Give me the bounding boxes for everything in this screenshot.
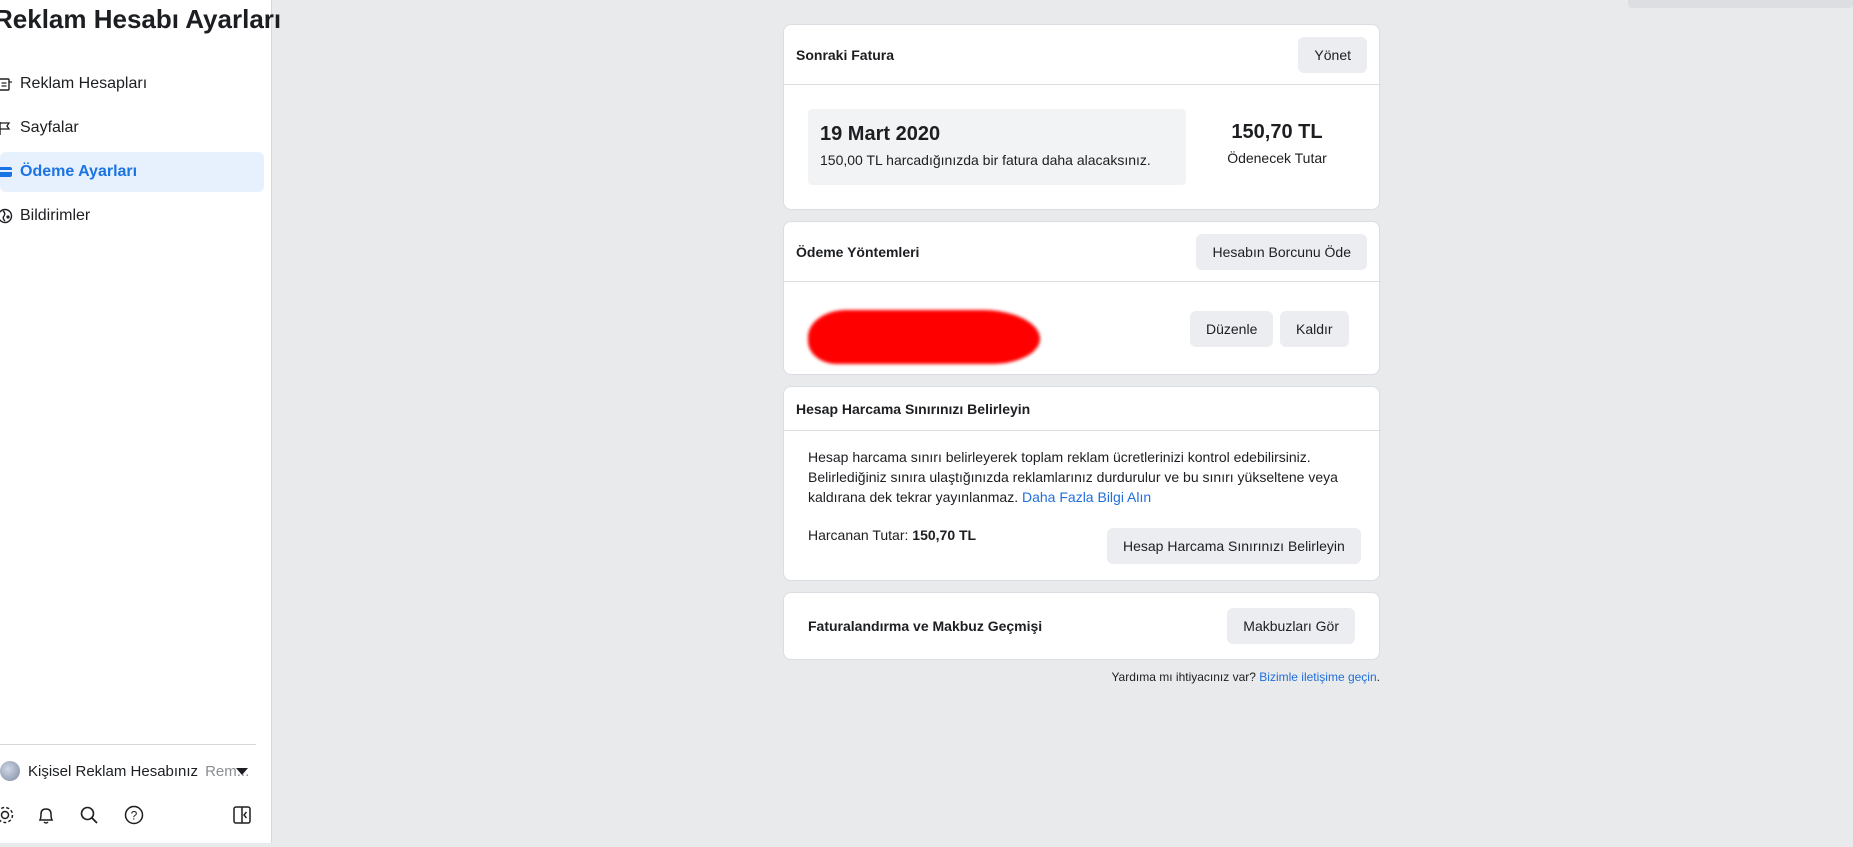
amount-due: 150,70 TL Ödenecek Tutar [1189,121,1365,166]
contact-us-link[interactable]: Bizimle iletişime geçin [1259,670,1376,684]
card-title: Ödeme Yöntemleri [796,243,920,260]
sidebar-title: Reklam Hesabı Ayarları [0,4,282,34]
sidebar-item-label: Sayfalar [20,119,79,136]
invoice-description: 150,00 TL harcadığınızda bir fatura daha… [820,152,1151,168]
next-invoice-card: Sonraki Fatura Yönet 19 Mart 2020 150,00… [783,24,1380,210]
amount-due-value: 150,70 TL [1231,121,1323,143]
learn-more-link[interactable]: Daha Fazla Bilgi Alın [1022,489,1151,505]
card-title: Sonraki Fatura [796,46,895,63]
sidebar-item-pages[interactable]: Sayfalar [0,108,264,148]
flag-icon [0,122,11,135]
top-right-panel [1628,0,1853,8]
sidebar-divider [0,744,256,745]
sidebar-item-label: Ödeme Ayarları [20,163,138,180]
description-line: Belirlediğiniz sınıra ulaştığınızda rekl… [808,469,1338,485]
description-line: kaldırana dek tekrar yayınlanmaz. Daha F… [808,487,1355,507]
edit-button[interactable]: Düzenle [1190,311,1274,347]
help-text: Yardıma mı ihtiyacınız var? [1111,670,1256,684]
payment-methods-card: Ödeme Yöntemleri Hesabın Borcunu Öde Düz… [783,221,1380,375]
credit-card-icon [0,167,12,177]
amount-due-label: Ödenecek Tutar [1227,150,1327,166]
redacted-payment-method [808,310,1040,364]
search-icon[interactable] [78,804,100,826]
spend-limit-card: Hesap Harcama Sınırınızı Belirleyin Hesa… [783,386,1380,581]
manage-button[interactable]: Yönet [1298,36,1367,73]
bell-icon[interactable] [35,804,57,826]
account-switcher[interactable]: Kişisel Reklam Hesabınız Rem... [0,756,256,786]
help-footer: Yardıma mı ihtiyacınız var? Bizimle ilet… [783,670,1380,684]
sidebar: Reklam Hesabı Ayarları Reklam Hesapları … [0,0,281,843]
sidebar-item-ad-accounts[interactable]: Reklam Hesapları [0,64,264,104]
description-text: kaldırana dek tekrar yayınlanmaz. [808,489,1019,505]
amount-spent-value: 150,70 TL [912,527,977,543]
sidebar-item-payment-settings[interactable]: Ödeme Ayarları [0,152,264,192]
view-receipts-button[interactable]: Makbuzları Gör [1227,608,1355,644]
pay-balance-button[interactable]: Hesabın Borcunu Öde [1196,233,1367,270]
spend-limit-description: Hesap harcama sınırı belirleyerek toplam… [784,431,1379,523]
globe-icon [0,208,13,224]
caret-down-icon [236,768,248,775]
set-spend-limit-button[interactable]: Hesap Harcama Sınırınızı Belirleyin [1107,528,1361,564]
sidebar-item-label: Reklam Hesapları [20,75,148,92]
card-header: Ödeme Yöntemleri Hesabın Borcunu Öde [784,222,1379,282]
invoice-date: 19 Mart 2020 [820,123,941,145]
account-name: Kişisel Reklam Hesabınız [28,762,199,780]
card-header: Faturalandırma ve Makbuz Geçmişi Makbuzl… [784,593,1379,659]
card-title: Hesap Harcama Sınırınızı Belirleyin [796,400,1031,417]
sidebar-item-label: Bildirimler [20,207,91,224]
gear-icon[interactable] [0,804,16,826]
billing-history-card: Faturalandırma ve Makbuz Geçmişi Makbuzl… [783,592,1380,660]
sidebar-toolbar: ? [0,800,256,830]
help-icon[interactable]: ? [123,804,145,826]
remove-button[interactable]: Kaldır [1280,311,1349,347]
svg-text:?: ? [131,809,138,823]
sidebar-item-notifications[interactable]: Bildirimler [0,196,264,236]
card-header: Hesap Harcama Sınırınızı Belirleyin [784,387,1379,431]
avatar [0,761,20,781]
invoice-summary: 19 Mart 2020 150,00 TL harcadığınızda bi… [808,109,1186,185]
sidebar-nav: Reklam Hesapları Sayfalar Ödeme Ayarları… [0,64,264,240]
card-title: Faturalandırma ve Makbuz Geçmişi [808,618,1043,634]
amount-spent: Harcanan Tutar: 150,70 TL [808,527,976,543]
ad-accounts-icon [0,78,12,91]
description-line: Hesap harcama sınırı belirleyerek toplam… [808,449,1311,465]
collapse-panel-icon[interactable] [231,804,253,826]
footer-period: . [1376,670,1380,684]
amount-spent-label: Harcanan Tutar: [808,527,909,543]
card-header: Sonraki Fatura Yönet [784,25,1379,85]
